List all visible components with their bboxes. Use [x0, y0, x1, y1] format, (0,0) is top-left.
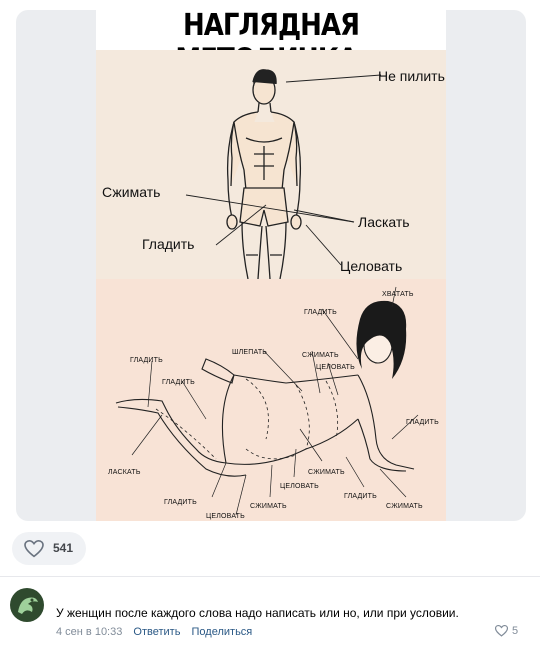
label-stroke-calf: ГЛАДИТЬ: [162, 379, 195, 386]
label-squeeze-hand: СЖИМАТЬ: [386, 503, 423, 510]
label-stroke-thigh: ГЛАДИТЬ: [164, 499, 197, 506]
label-squeeze: Сжимать: [102, 184, 161, 200]
label-squeeze-thigh: СЖИМАТЬ: [250, 503, 287, 510]
label-slap: ШЛЕПАТЬ: [232, 349, 268, 356]
label-stroke-knee: ГЛАДИТЬ: [344, 493, 377, 500]
post-card: НАГЛЯДНАЯ МЕТОДИЧКА:: [16, 10, 526, 521]
meme-header: НАГЛЯДНАЯ МЕТОДИЧКА:: [96, 10, 446, 78]
label-dont-nag: Не пилить: [378, 68, 445, 84]
comment-like-button[interactable]: 5: [495, 625, 518, 637]
label-squeeze-belly: СЖИМАТЬ: [308, 469, 345, 476]
comment-text: У женщин после каждого слова надо написа…: [56, 606, 459, 620]
label-kiss: Целовать: [340, 258, 403, 274]
dragon-avatar-icon: [18, 597, 38, 614]
label-stroke: Гладить: [142, 236, 195, 252]
label-stroke-leg: ГЛАДИТЬ: [130, 357, 163, 364]
label-kiss-belly: ЦЕЛОВАТЬ: [280, 483, 319, 490]
like-button[interactable]: 541: [12, 532, 86, 565]
label-kiss-back: ЦЕЛОВАТЬ: [316, 364, 355, 371]
label-stroke-head: ГЛАДИТЬ: [304, 309, 337, 316]
comment-date[interactable]: 4 сен в 10:33: [56, 626, 122, 638]
label-kiss-knee: ЦЕЛОВАТЬ: [206, 513, 245, 520]
label-stroke-arm: ГЛАДИТЬ: [406, 419, 439, 426]
comment-avatar[interactable]: [10, 588, 44, 622]
label-squeeze-back: СЖИМАТЬ: [302, 352, 339, 359]
male-diagram-panel: Не пилить Сжимать Ласкать Гладить Целова…: [96, 50, 446, 279]
label-caress-foot: ЛАСКАТЬ: [108, 469, 141, 476]
heart-icon: [495, 625, 508, 637]
female-diagram-panel: ХВАТАТЬ ГЛАДИТЬ ШЛЕПАТЬ СЖИМАТЬ ЦЕЛОВАТЬ…: [96, 279, 446, 521]
heart-icon: [24, 540, 44, 558]
divider: [0, 576, 540, 577]
like-count: 541: [53, 541, 74, 555]
label-grab: ХВАТАТЬ: [382, 291, 414, 298]
label-caress: Ласкать: [358, 214, 410, 230]
female-figure: [115, 286, 419, 516]
comment-meta: 4 сен в 10:33 Ответить Поделиться: [56, 626, 252, 638]
share-link[interactable]: Поделиться: [192, 626, 253, 638]
meme-image[interactable]: НАГЛЯДНАЯ МЕТОДИЧКА:: [96, 10, 446, 521]
comment-like-count: 5: [512, 625, 519, 637]
reply-link[interactable]: Ответить: [133, 626, 180, 638]
